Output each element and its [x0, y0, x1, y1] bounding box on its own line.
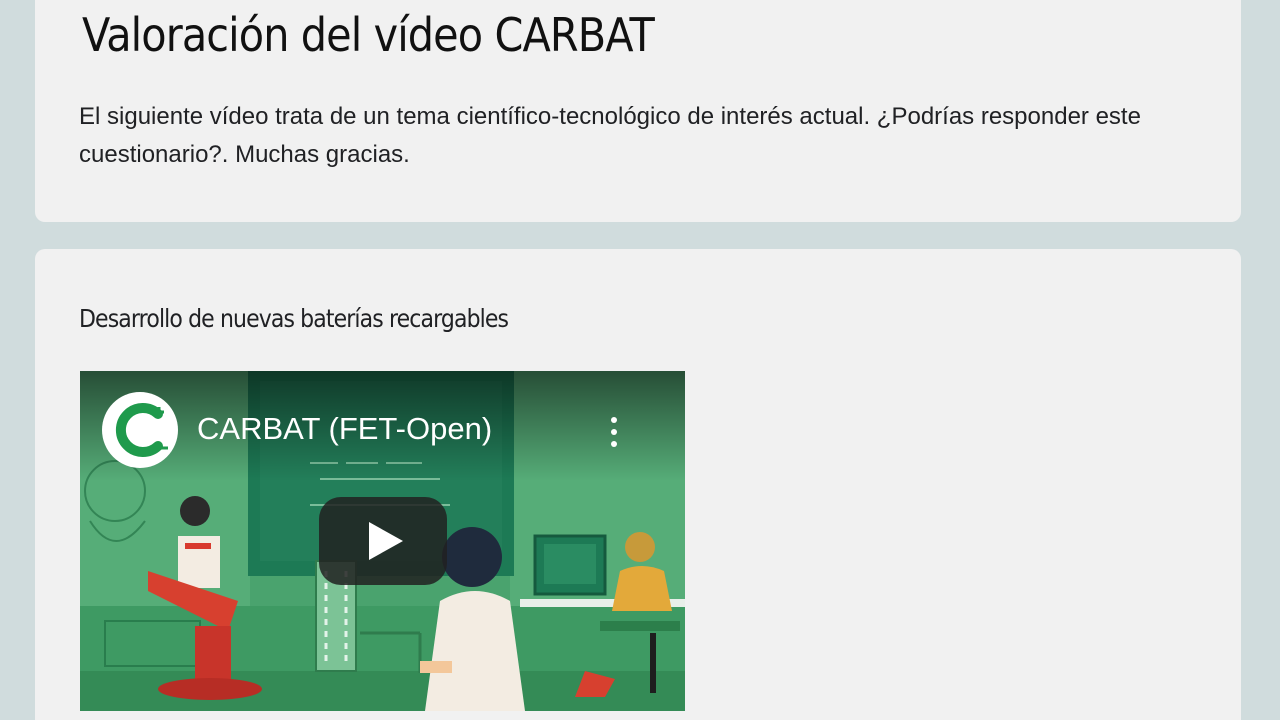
- video-player[interactable]: CARBAT (FET-Open): [80, 371, 685, 711]
- form-header-card: Valoración del vídeo CARBAT El siguiente…: [35, 0, 1241, 222]
- video-section-card: Desarrollo de nuevas baterías recargable…: [35, 249, 1241, 720]
- form-page: Valoración del vídeo CARBAT El siguiente…: [0, 0, 1280, 720]
- more-vert-icon[interactable]: [602, 415, 626, 449]
- play-button[interactable]: [319, 497, 447, 585]
- play-icon: [369, 522, 403, 560]
- carbat-c-logo-icon[interactable]: [102, 392, 178, 468]
- form-description: El siguiente vídeo trata de un tema cien…: [79, 103, 1141, 168]
- form-title: Valoración del vídeo CARBAT: [82, 8, 655, 62]
- section-title: Desarrollo de nuevas baterías recargable…: [79, 304, 509, 333]
- video-title[interactable]: CARBAT (FET-Open): [197, 411, 492, 447]
